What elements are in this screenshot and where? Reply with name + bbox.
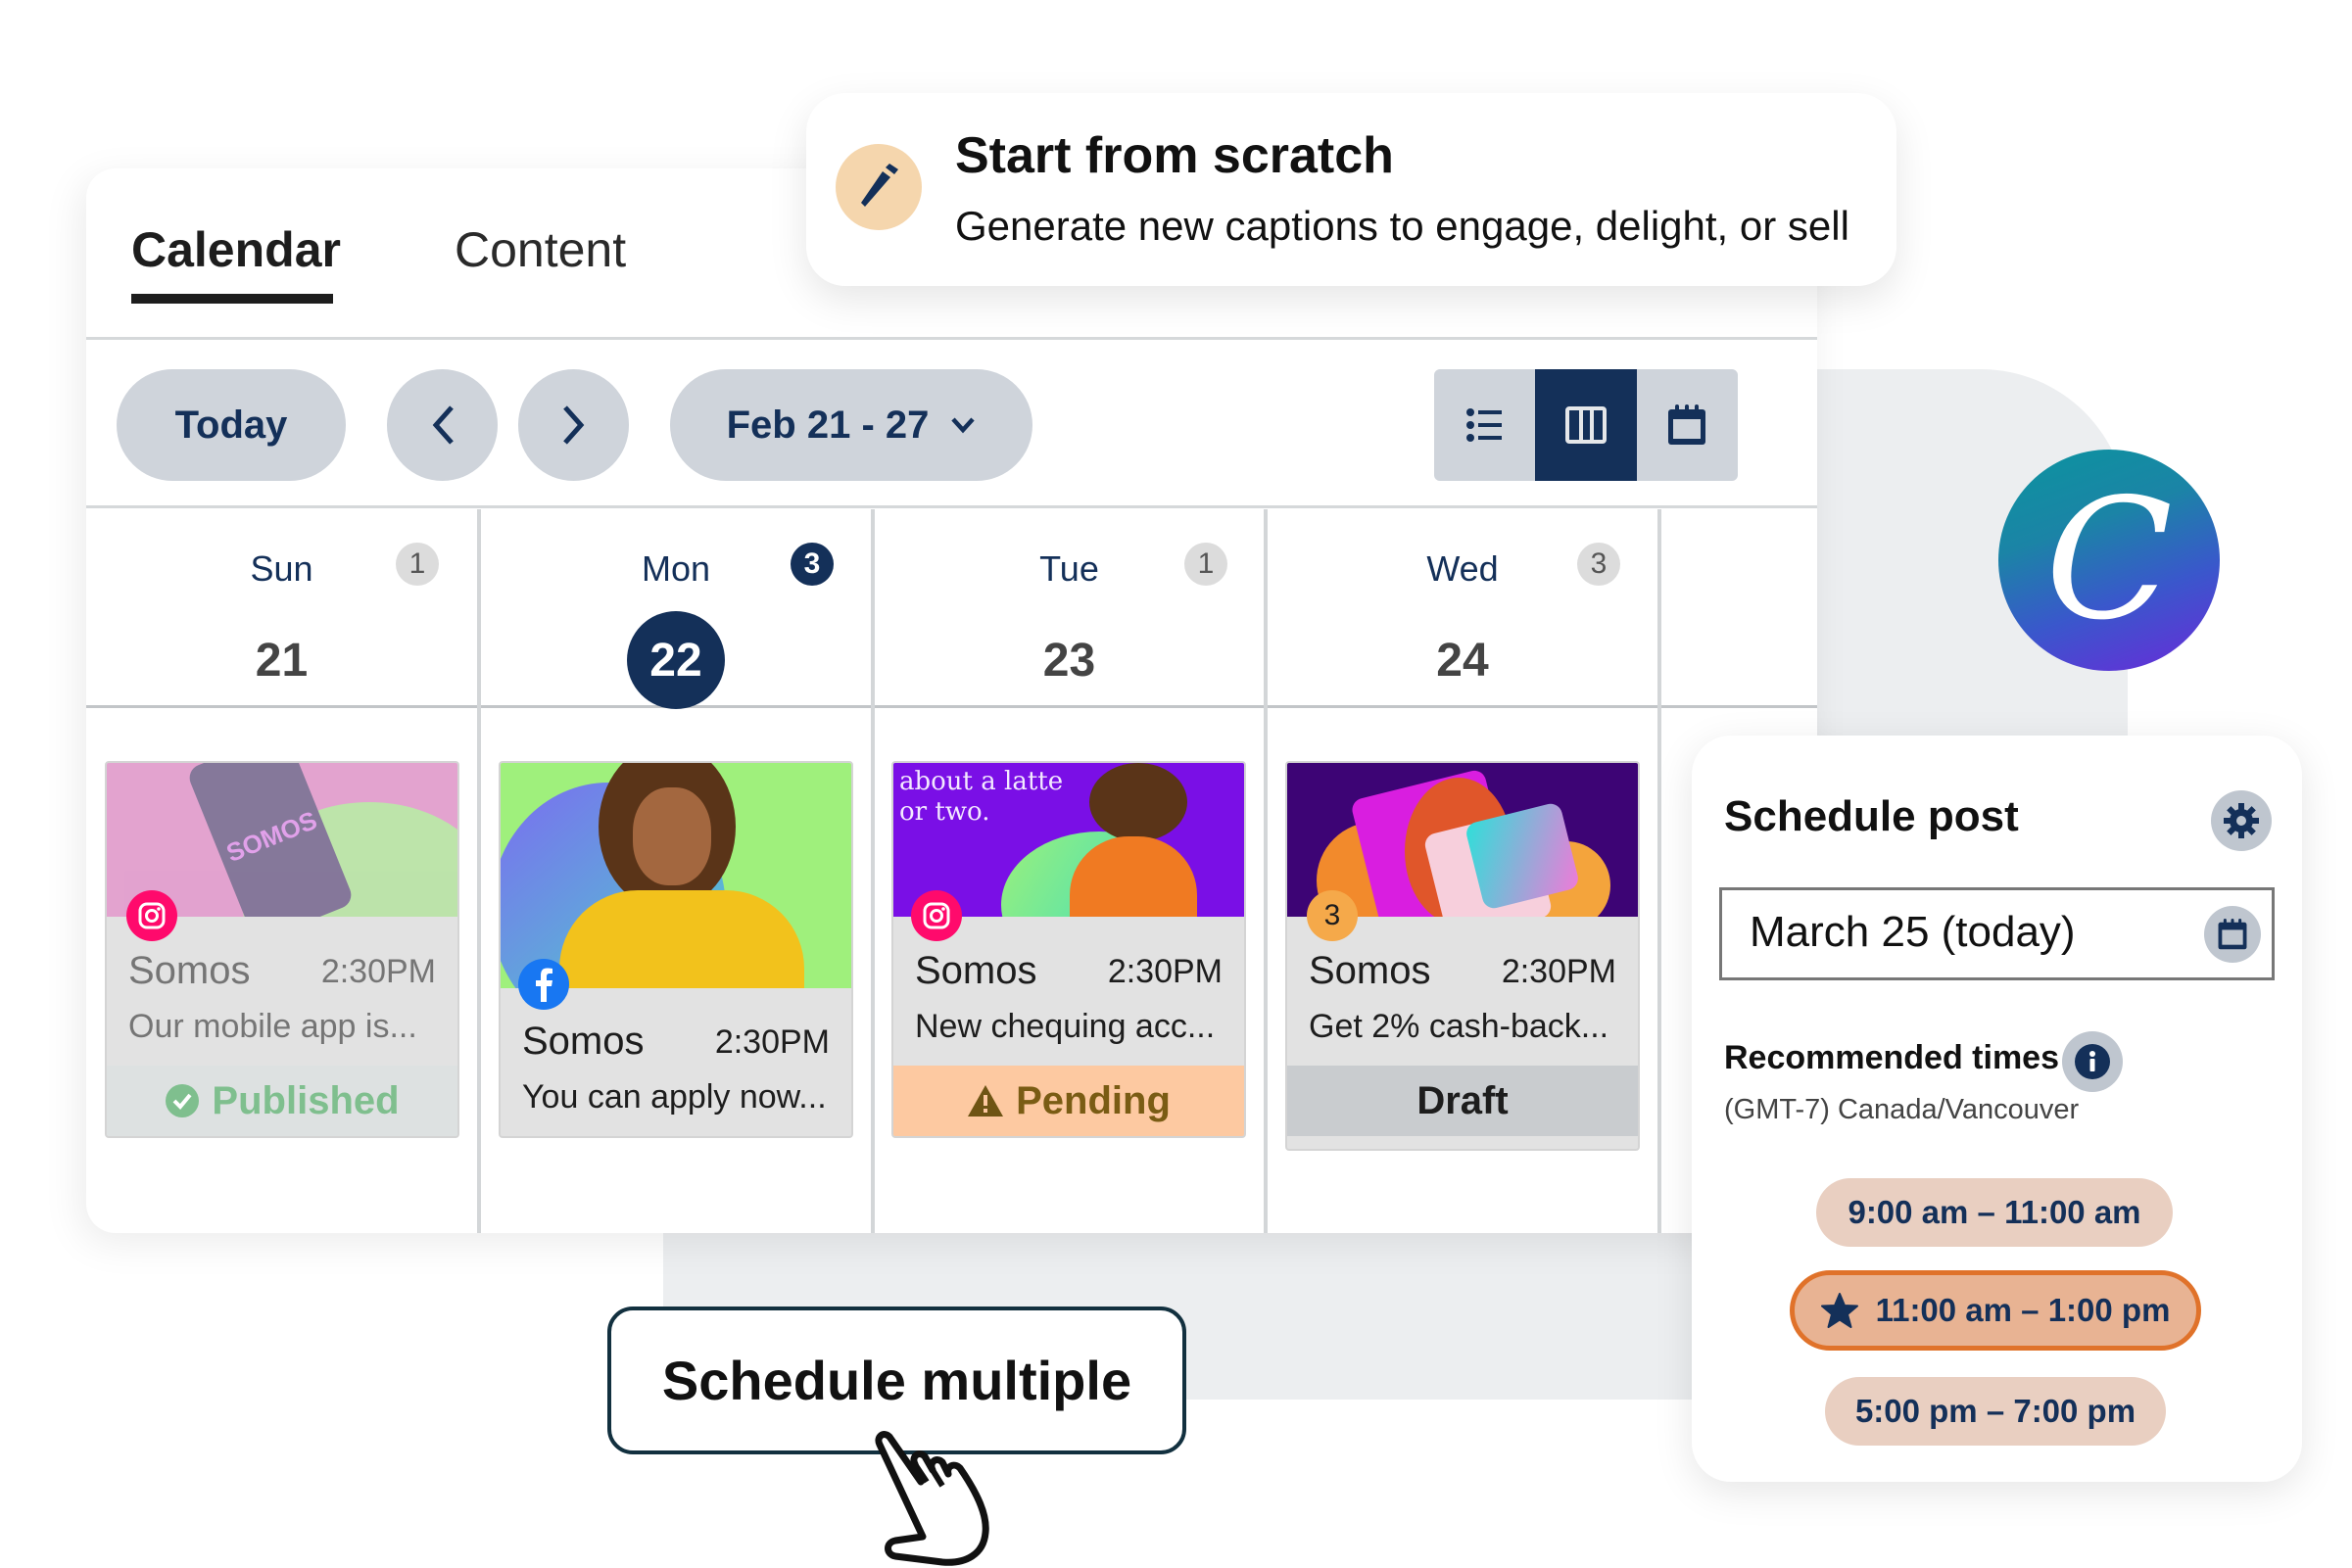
day-header-sun[interactable]: Sun 1 21: [86, 509, 477, 708]
check-circle-icon: [166, 1084, 200, 1117]
post-caption: Our mobile app is...: [128, 1008, 417, 1045]
star-icon: [1820, 1293, 1858, 1328]
post-count-badge: 1: [396, 543, 439, 586]
next-week-button[interactable]: [518, 369, 629, 481]
post-time: 2:30PM: [320, 953, 436, 990]
recommended-times-label: Recommended times: [1724, 1039, 2059, 1076]
post-card-draft[interactable]: 3 Somos 2:30PM Get 2% cash-back... Draft: [1285, 761, 1640, 1151]
schedule-post-title: Schedule post: [1724, 792, 2019, 840]
facebook-icon: [536, 968, 552, 1002]
day-number: 24: [1436, 634, 1489, 687]
facebook-badge: [518, 959, 569, 1010]
post-count-badge: 1: [1184, 543, 1227, 586]
instagram-icon: [923, 902, 950, 929]
start-from-scratch-card[interactable]: Start from scratch Generate new captions…: [806, 93, 1896, 286]
pencil-icon: [861, 164, 898, 207]
day-header-wed[interactable]: Wed 3 24: [1268, 509, 1657, 708]
schedule-post-panel: Schedule post March 25 (today) Recommend…: [1692, 736, 2302, 1482]
chevron-down-icon: [951, 417, 976, 434]
list-view-button[interactable]: [1434, 369, 1535, 481]
day-number-today: 22: [627, 611, 725, 709]
post-time: 2:30PM: [1501, 953, 1616, 990]
post-account: Somos: [915, 949, 1037, 992]
day-header-mon[interactable]: Mon 3 22: [481, 509, 871, 709]
post-count-badge: 3: [1577, 543, 1620, 586]
warning-icon: [968, 1085, 1004, 1117]
date-range-dropdown[interactable]: Feb 21 - 27: [670, 369, 1032, 481]
schedule-date-input[interactable]: March 25 (today): [1719, 887, 2275, 980]
post-caption: You can apply now...: [522, 1078, 827, 1116]
chevron-left-icon: [432, 405, 454, 445]
calendar-card: Calendar Content Today Feb 21 - 27 Sun 1…: [86, 168, 1817, 1233]
image-text: about a latte or two.: [899, 767, 1064, 827]
instagram-badge: [911, 890, 962, 941]
scratch-title: Start from scratch: [955, 127, 1394, 184]
status-label: Draft: [1416, 1078, 1509, 1122]
instagram-badge: [126, 890, 177, 941]
time-slot-label: 9:00 am – 11:00 am: [1848, 1194, 2141, 1230]
timezone-label: (GMT-7) Canada/Vancouver: [1724, 1094, 2080, 1125]
status-draft: Draft: [1287, 1066, 1638, 1136]
view-toggle: [1434, 369, 1738, 481]
gear-icon: [2224, 803, 2259, 838]
today-button[interactable]: Today: [117, 369, 346, 481]
post-image: [501, 763, 851, 988]
previous-week-button[interactable]: [387, 369, 498, 481]
day-number: 21: [255, 634, 309, 687]
time-slot-morning[interactable]: 9:00 am – 11:00 am: [1816, 1178, 2173, 1247]
time-slot-label: 5:00 pm – 7:00 pm: [1854, 1393, 2136, 1429]
post-count-badge: 3: [791, 543, 834, 586]
day-number: 23: [1042, 634, 1096, 687]
day-header-tue[interactable]: Tue 1 23: [875, 509, 1264, 708]
post-account: Somos: [522, 1020, 645, 1063]
count-badge: 3: [1307, 890, 1358, 941]
date-value: March 25 (today): [1750, 908, 2076, 956]
tab-content[interactable]: Content: [455, 215, 626, 284]
scratch-subtitle: Generate new captions to engage, delight…: [955, 203, 1849, 249]
time-slot-label: 11:00 am – 1:00 pm: [1875, 1292, 2171, 1328]
month-view-button[interactable]: [1637, 369, 1738, 481]
time-slot-recommended[interactable]: 11:00 am – 1:00 pm: [1790, 1270, 2201, 1351]
post-card-pending[interactable]: about a latte or two. Somos 2:30PM New c…: [891, 761, 1246, 1138]
instagram-icon: [138, 902, 166, 929]
week-view-button[interactable]: [1535, 369, 1637, 481]
post-account: Somos: [1309, 949, 1431, 992]
post-time: 2:30PM: [1107, 953, 1223, 990]
post-card-published[interactable]: SOMOS Somos 2:30PM Our mobile app is... …: [105, 761, 459, 1138]
settings-button[interactable]: [2211, 790, 2272, 851]
status-pending: Pending: [893, 1066, 1244, 1136]
time-slot-evening[interactable]: 5:00 pm – 7:00 pm: [1825, 1377, 2166, 1446]
calendar-icon: [1668, 404, 1706, 445]
info-icon: [2075, 1044, 2110, 1079]
tab-calendar[interactable]: Calendar: [131, 215, 341, 284]
columns-icon: [1564, 406, 1607, 444]
status-label: Published: [212, 1078, 400, 1122]
post-caption: Get 2% cash-back...: [1309, 1008, 1609, 1045]
status-published: Published: [107, 1066, 457, 1136]
calendar-toolbar: Today Feb 21 - 27: [86, 340, 1817, 508]
post-account: Somos: [128, 949, 251, 992]
chevron-right-icon: [562, 405, 584, 445]
canva-logo[interactable]: C: [1998, 450, 2220, 671]
pointer-hand-icon: [875, 1431, 989, 1566]
day-header-partial: [1661, 509, 1817, 708]
calendar-icon: [2218, 919, 2247, 950]
status-label: Pending: [1016, 1078, 1171, 1122]
info-button[interactable]: [2062, 1031, 2123, 1092]
date-range-label: Feb 21 - 27: [726, 403, 930, 447]
active-tab-indicator: [131, 294, 333, 304]
post-time: 2:30PM: [714, 1023, 830, 1061]
list-icon: [1465, 408, 1502, 442]
post-card-facebook[interactable]: Somos 2:30PM You can apply now...: [499, 761, 853, 1138]
pencil-icon-circle: [836, 144, 922, 230]
date-picker-button[interactable]: [2204, 906, 2261, 963]
post-caption: New chequing acc...: [915, 1008, 1216, 1045]
